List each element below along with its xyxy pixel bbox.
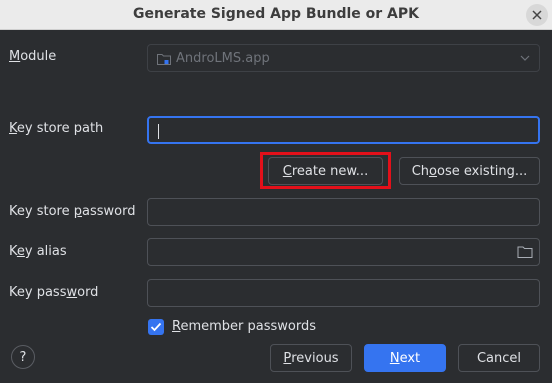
text-caret bbox=[158, 124, 159, 139]
close-button[interactable] bbox=[526, 4, 548, 26]
cancel-button[interactable]: Cancel bbox=[458, 344, 540, 372]
chevron-down-icon bbox=[520, 55, 530, 61]
key-password-input[interactable] bbox=[147, 279, 540, 307]
title-bar: Generate Signed App Bundle or APK bbox=[0, 0, 552, 30]
key-store-password-input[interactable] bbox=[147, 198, 540, 226]
help-icon: ? bbox=[19, 349, 27, 365]
key-store-password-label: Key store password bbox=[9, 204, 136, 219]
folder-icon[interactable] bbox=[517, 245, 533, 259]
module-label: Module bbox=[9, 49, 57, 64]
checkmark-icon bbox=[150, 322, 162, 332]
module-select[interactable]: AndroLMS.app bbox=[147, 44, 540, 72]
key-alias-input[interactable] bbox=[147, 238, 540, 266]
remember-passwords-label[interactable]: Remember passwords bbox=[172, 319, 316, 334]
next-button[interactable]: Next bbox=[364, 344, 446, 372]
choose-existing-button[interactable]: Ch o ose existing... bbox=[399, 157, 540, 185]
previous-button[interactable]: Previous bbox=[270, 344, 352, 372]
remember-passwords-checkbox[interactable] bbox=[148, 319, 164, 335]
module-icon bbox=[157, 54, 171, 65]
key-password-label: Key password bbox=[9, 285, 99, 300]
key-store-path-label: Key store path bbox=[9, 121, 104, 136]
close-icon bbox=[532, 10, 542, 20]
highlight-box bbox=[260, 152, 391, 189]
window-title: Generate Signed App Bundle or APK bbox=[132, 6, 419, 22]
module-value: AndroLMS.app bbox=[176, 51, 270, 66]
key-alias-label: Key alias bbox=[9, 244, 67, 259]
help-button[interactable]: ? bbox=[11, 345, 35, 369]
key-store-path-input[interactable] bbox=[147, 116, 540, 144]
